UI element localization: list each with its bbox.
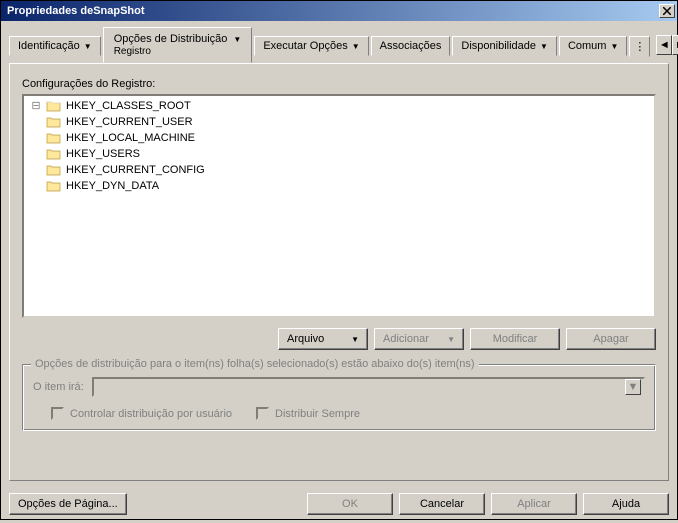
button-label: OK bbox=[342, 498, 358, 510]
tree-expander bbox=[28, 180, 44, 192]
button-label: Modificar bbox=[493, 333, 538, 345]
folder-icon bbox=[46, 179, 62, 193]
tab-disponibilidade[interactable]: Disponibilidade ▼ bbox=[452, 36, 557, 56]
tree-item[interactable]: HKEY_CURRENT_CONFIG bbox=[26, 162, 652, 178]
distribution-options-fieldset: Opções de distribuição para o item(ns) f… bbox=[22, 364, 656, 431]
button-label: Arquivo bbox=[287, 333, 324, 345]
tree-item-label: HKEY_CURRENT_CONFIG bbox=[64, 164, 205, 176]
tab-distribuicao[interactable]: Opções de Distribuição ▼ Registro bbox=[103, 27, 253, 63]
checkbox-icon bbox=[256, 407, 269, 420]
cancelar-button[interactable]: Cancelar bbox=[399, 493, 485, 515]
folder-icon bbox=[46, 115, 62, 129]
item-ira-select: ▼ bbox=[92, 377, 645, 397]
chevron-down-icon: ▼ bbox=[352, 42, 360, 51]
chevron-down-icon: ▼ bbox=[233, 35, 241, 44]
tree-expander: ⊟ bbox=[28, 99, 44, 113]
content-frame: Configurações do Registro: ⊟ HKEY_CLASSE… bbox=[9, 63, 669, 481]
tab-label: Opções de Distribuição bbox=[114, 33, 228, 45]
distribuir-checkbox: Distribuir Sempre bbox=[256, 407, 360, 420]
tab-comum[interactable]: Comum ▼ bbox=[559, 36, 627, 56]
tab-label: Executar Opções bbox=[263, 40, 347, 52]
button-label: Apagar bbox=[593, 333, 628, 345]
chevron-down-icon: ▼ bbox=[447, 335, 455, 344]
folder-icon bbox=[46, 147, 62, 161]
dialog-buttons-row: Opções de Página... OK Cancelar Aplicar … bbox=[1, 489, 677, 523]
action-buttons-row: Arquivo ▼ Adicionar ▼ Modificar Apagar bbox=[22, 328, 656, 350]
aplicar-button: Aplicar bbox=[491, 493, 577, 515]
tree-item[interactable]: ⊟ HKEY_CLASSES_ROOT bbox=[26, 98, 652, 114]
button-label: Adicionar bbox=[383, 333, 429, 345]
tree-item-label: HKEY_CLASSES_ROOT bbox=[64, 100, 191, 112]
button-label: Opções de Página... bbox=[18, 498, 118, 510]
folder-icon bbox=[46, 131, 62, 145]
tab-label: ⋮ bbox=[634, 40, 645, 53]
folder-icon bbox=[46, 99, 62, 113]
chevron-down-icon: ▼ bbox=[610, 42, 618, 51]
arquivo-button[interactable]: Arquivo ▼ bbox=[278, 328, 368, 350]
tab-executar[interactable]: Executar Opções ▼ bbox=[254, 36, 368, 56]
controlar-checkbox: Controlar distribuição por usuário bbox=[51, 407, 232, 420]
chevron-down-icon: ▼ bbox=[84, 42, 92, 51]
tab-label: Disponibilidade bbox=[461, 40, 536, 52]
tree-item-label: HKEY_USERS bbox=[64, 148, 140, 160]
button-label: Aplicar bbox=[517, 498, 551, 510]
tab-label: Associações bbox=[380, 40, 442, 52]
window-title: Propriedades deSnapShot bbox=[3, 5, 145, 17]
ajuda-button[interactable]: Ajuda bbox=[583, 493, 669, 515]
close-icon bbox=[663, 7, 671, 15]
scroll-right-button[interactable]: ► bbox=[672, 35, 678, 55]
scroll-left-button[interactable]: ◄ bbox=[656, 35, 672, 55]
tab-identificacao[interactable]: Identificação ▼ bbox=[9, 36, 101, 56]
opcoes-pagina-button[interactable]: Opções de Página... bbox=[9, 493, 127, 515]
combo-dropdown-button: ▼ bbox=[625, 379, 641, 395]
checkbox-icon bbox=[51, 407, 64, 420]
tab-scroll: ◄ ► bbox=[656, 35, 678, 55]
registry-config-label: Configurações do Registro: bbox=[22, 78, 656, 90]
tree-expander bbox=[28, 132, 44, 144]
titlebar: Propriedades deSnapShot bbox=[1, 1, 677, 21]
button-label: Cancelar bbox=[420, 498, 464, 510]
tab-label: Comum bbox=[568, 40, 607, 52]
tab-overflow[interactable]: ⋮ bbox=[629, 36, 650, 57]
tree-item[interactable]: HKEY_CURRENT_USER bbox=[26, 114, 652, 130]
chevron-down-icon: ▼ bbox=[628, 381, 639, 393]
tabs-row: Identificação ▼ Opções de Distribuição ▼… bbox=[1, 21, 677, 63]
fieldset-legend: Opções de distribuição para o item(ns) f… bbox=[31, 358, 479, 370]
registry-tree[interactable]: ⊟ HKEY_CLASSES_ROOT HKEY_CURRENT_USER HK… bbox=[22, 94, 656, 318]
tree-item[interactable]: HKEY_LOCAL_MACHINE bbox=[26, 130, 652, 146]
tree-item[interactable]: HKEY_USERS bbox=[26, 146, 652, 162]
chevron-left-icon: ◄ bbox=[659, 39, 670, 51]
tree-item-label: HKEY_LOCAL_MACHINE bbox=[64, 132, 195, 144]
folder-icon bbox=[46, 163, 62, 177]
adicionar-button: Adicionar ▼ bbox=[374, 328, 464, 350]
item-ira-label: O item irá: bbox=[33, 381, 84, 393]
checkbox-label: Distribuir Sempre bbox=[275, 408, 360, 420]
ok-button: OK bbox=[307, 493, 393, 515]
tab-associacoes[interactable]: Associações bbox=[371, 36, 451, 56]
close-button[interactable] bbox=[659, 4, 675, 18]
chevron-down-icon: ▼ bbox=[540, 42, 548, 51]
tree-expander bbox=[28, 116, 44, 128]
tree-item-label: HKEY_CURRENT_USER bbox=[64, 116, 193, 128]
checkbox-label: Controlar distribuição por usuário bbox=[70, 408, 232, 420]
chevron-down-icon: ▼ bbox=[351, 335, 359, 344]
modificar-button: Modificar bbox=[470, 328, 560, 350]
tab-label: Identificação bbox=[18, 40, 80, 52]
tree-expander bbox=[28, 164, 44, 176]
tree-item[interactable]: HKEY_DYN_DATA bbox=[26, 178, 652, 194]
apagar-button: Apagar bbox=[566, 328, 656, 350]
tree-expander bbox=[28, 148, 44, 160]
tree-item-label: HKEY_DYN_DATA bbox=[64, 180, 159, 192]
tab-sublabel: Registro bbox=[114, 46, 151, 57]
button-label: Ajuda bbox=[612, 498, 640, 510]
